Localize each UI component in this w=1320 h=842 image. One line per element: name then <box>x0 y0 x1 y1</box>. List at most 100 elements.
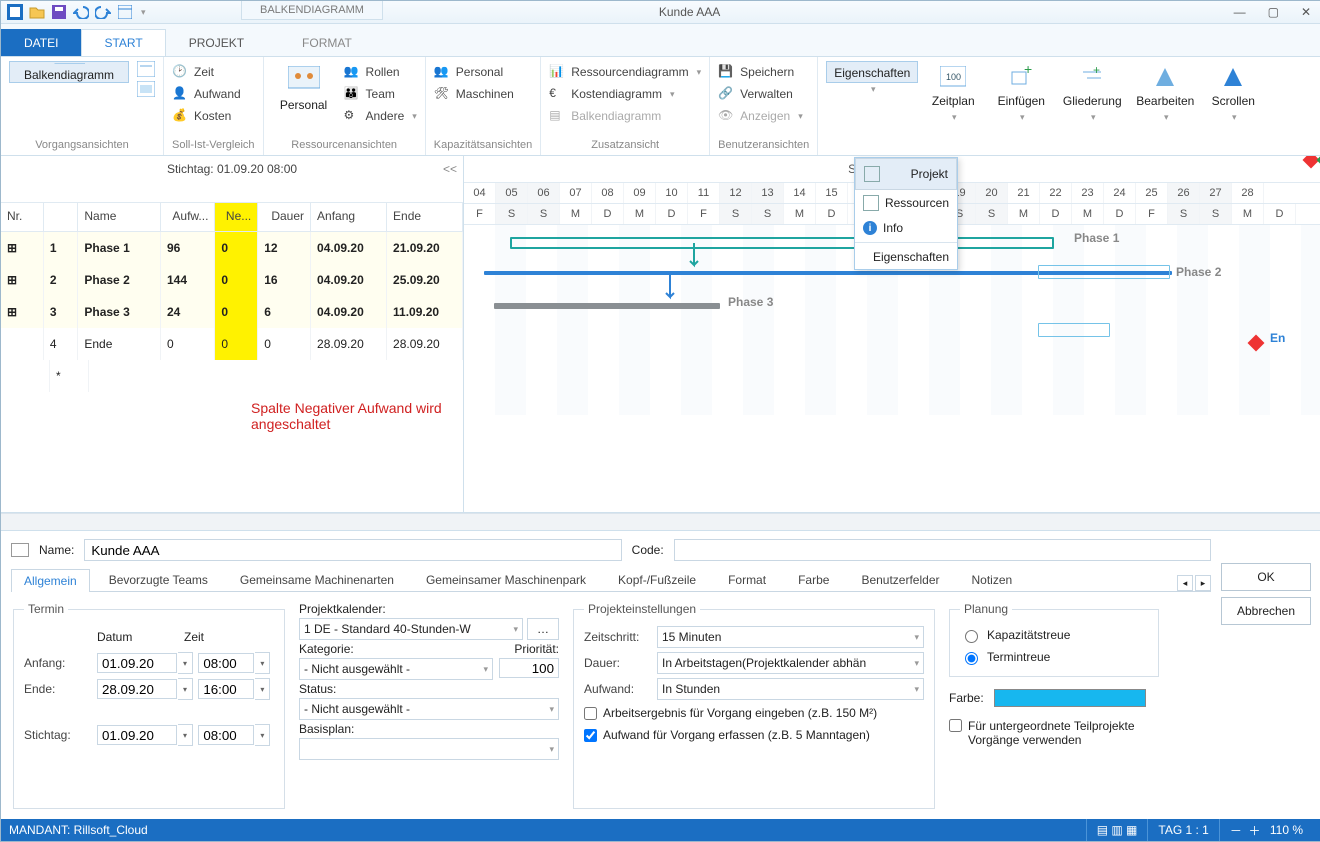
stichtag-time-input[interactable] <box>198 725 254 745</box>
machine-icon: 🛠 <box>434 86 450 102</box>
table-row[interactable]: ⊞2Phase 214401604.09.2025.09.20 <box>1 264 463 296</box>
ok-button[interactable]: OK <box>1221 563 1311 591</box>
itab-benutzer[interactable]: Benutzerfelder <box>848 568 952 591</box>
horizontal-scrollbar[interactable] <box>1 513 1320 530</box>
menu-info[interactable]: iInfo <box>855 216 957 240</box>
basisplan-select[interactable]: ▾ <box>299 738 559 760</box>
itab-format[interactable]: Format <box>715 568 779 591</box>
tab-projekt[interactable]: PROJEKT <box>166 29 267 56</box>
gliederung-button[interactable]: +Gliederung▾ <box>1056 61 1128 128</box>
open-icon[interactable] <box>29 4 45 20</box>
projektkalender-select[interactable]: 1 DE - Standard 40-Stunden-W▾ <box>299 618 523 640</box>
name-input[interactable] <box>84 539 621 561</box>
redo-icon[interactable] <box>95 4 111 20</box>
bearbeiten-button[interactable]: Bearbeiten▾ <box>1130 61 1200 128</box>
table-row[interactable]: ⊞1Phase 19601204.09.2021.09.20 <box>1 232 463 264</box>
manage-icon: 🔗 <box>718 86 734 102</box>
status-tag[interactable]: TAG 1 : 1 <box>1147 819 1218 841</box>
table-row[interactable]: 4Ende00028.09.2028.09.20 <box>1 328 463 360</box>
zeitplan-button[interactable]: 100Zeitplan▾ <box>920 61 986 128</box>
tab-format[interactable]: FORMAT <box>279 29 375 56</box>
itab-farbe[interactable]: Farbe <box>785 568 842 591</box>
teilprojekte-checkbox[interactable]: Für untergeordnete Teilprojekte Vorgänge… <box>949 719 1159 747</box>
tab-start[interactable]: START <box>81 29 165 56</box>
termintreue-radio[interactable]: Termintreue <box>960 646 1148 668</box>
app-icon <box>7 4 23 20</box>
undo-icon[interactable] <box>73 4 89 20</box>
verwalten-button[interactable]: 🔗Verwalten <box>718 83 803 105</box>
euro-icon: € <box>549 86 565 102</box>
personal-button[interactable]: Personal <box>272 61 336 127</box>
bar-phase3[interactable] <box>494 303 720 309</box>
status-select[interactable]: - Nicht ausgewählt -▾ <box>299 698 559 720</box>
team-button[interactable]: 👪Team <box>344 83 417 105</box>
clock-icon: 🕑 <box>172 64 188 80</box>
ende-date-input[interactable] <box>97 679 177 699</box>
speichern-button[interactable]: 💾Speichern <box>718 61 803 83</box>
kapazitatstreue-radio[interactable]: Kapazitätstreue <box>960 624 1148 646</box>
view-small-1-icon[interactable] <box>137 61 155 77</box>
status-zoom[interactable]: － ＋ 110 % <box>1219 819 1313 841</box>
other-icon: ⚙ <box>344 108 360 124</box>
minimize-icon[interactable]: — <box>1234 5 1246 19</box>
new-row[interactable]: * <box>1 360 463 392</box>
zeitschritt-select[interactable]: 15 Minuten▾ <box>657 626 924 648</box>
stichtag-label: Stichtag: 01.09.20 08:00 <box>167 162 297 176</box>
abbrechen-button[interactable]: Abbrechen <box>1221 597 1311 625</box>
svg-text:100: 100 <box>946 72 961 82</box>
kap-maschinen-button[interactable]: 🛠Maschinen <box>434 83 514 105</box>
itab-allgemein[interactable]: Allgemein <box>11 569 90 592</box>
menu-projekt[interactable]: Projekt <box>855 158 957 190</box>
projektkalender-more[interactable]: … <box>527 618 559 640</box>
ressourcendiagramm-button[interactable]: 📊Ressourcendiagramm▾ <box>549 61 701 83</box>
itab-notizen[interactable]: Notizen <box>958 568 1025 591</box>
save-icon[interactable] <box>51 4 67 20</box>
menu-ressourcen[interactable]: Ressourcen <box>855 190 957 216</box>
eigenschaften-dropdown[interactable]: Projekt Ressourcen iInfo Eigenschaften <box>854 157 958 270</box>
collapse-button[interactable]: << <box>443 162 457 176</box>
tab-prev[interactable]: ◂ <box>1177 575 1193 591</box>
name-label: Name: <box>39 543 74 557</box>
maximize-icon[interactable]: ▢ <box>1268 5 1279 19</box>
group-ressourcenansichten: Ressourcenansichten <box>272 137 417 153</box>
aufwand-erfassen-checkbox[interactable]: Aufwand für Vorgang erfassen (z.B. 5 Man… <box>584 724 924 746</box>
eigenschaften-button[interactable]: Eigenschaften▾ <box>826 61 918 83</box>
stichtag-date-input[interactable] <box>97 725 177 745</box>
itab-teams[interactable]: Bevorzugte Teams <box>96 568 221 591</box>
kap-personal-button[interactable]: 👥Personal <box>434 61 514 83</box>
dauer-select[interactable]: In Arbeitstagen(Projektkalender abhän▾ <box>657 652 924 674</box>
status-view-icons[interactable]: ▤ ▥ ▦ <box>1086 819 1148 841</box>
kostendiagramm-button[interactable]: €Kostendiagramm▾ <box>549 83 701 105</box>
anfang-date-input[interactable] <box>97 653 177 673</box>
kategorie-select[interactable]: - Nicht ausgewählt -▾ <box>299 658 493 680</box>
tab-next[interactable]: ▸ <box>1195 575 1211 591</box>
kosten-button[interactable]: 💰Kosten <box>172 105 241 127</box>
arbeitsergebnis-checkbox[interactable]: Arbeitsergebnis für Vorgang eingeben (z.… <box>584 702 924 724</box>
menu-eigenschaften[interactable]: Eigenschaften <box>855 245 957 269</box>
anfang-time-input[interactable] <box>198 653 254 673</box>
scrollen-button[interactable]: Scrollen▾ <box>1202 61 1264 128</box>
itab-kopf[interactable]: Kopf-/Fußzeile <box>605 568 709 591</box>
balkendiagramm-small-button: ▤Balkendiagramm <box>549 105 701 127</box>
farbe-swatch[interactable] <box>994 689 1146 707</box>
rollen-button[interactable]: 👥Rollen <box>344 61 417 83</box>
einfugen-button[interactable]: +Einfügen▾ <box>988 61 1054 128</box>
zeit-button[interactable]: 🕑Zeit <box>172 61 241 83</box>
tab-file[interactable]: DATEI <box>1 29 81 56</box>
gantt-icon: ▤ <box>549 108 565 124</box>
balkendiagramm-button[interactable]: Balkendiagramm <box>9 61 129 83</box>
itab-machinenarten[interactable]: Gemeinsame Machinenarten <box>227 568 407 591</box>
aufwand-button[interactable]: 👤Aufwand <box>172 83 241 105</box>
code-input[interactable] <box>674 539 1211 561</box>
bar-phase1[interactable] <box>510 237 1054 249</box>
view-small-2-icon[interactable] <box>137 81 155 97</box>
aufwand-select[interactable]: In Stunden▾ <box>657 678 924 700</box>
itab-maschinenpark[interactable]: Gemeinsamer Maschinenpark <box>413 568 599 591</box>
layout-icon[interactable] <box>117 4 133 20</box>
close-icon[interactable]: ✕ <box>1301 5 1311 19</box>
prioritat-input[interactable] <box>499 658 559 678</box>
milestone-ende[interactable] <box>1248 335 1265 352</box>
ende-time-input[interactable] <box>198 679 254 699</box>
table-row[interactable]: ⊞3Phase 3240604.09.2011.09.20 <box>1 296 463 328</box>
andere-button[interactable]: ⚙Andere▾ <box>344 105 417 127</box>
